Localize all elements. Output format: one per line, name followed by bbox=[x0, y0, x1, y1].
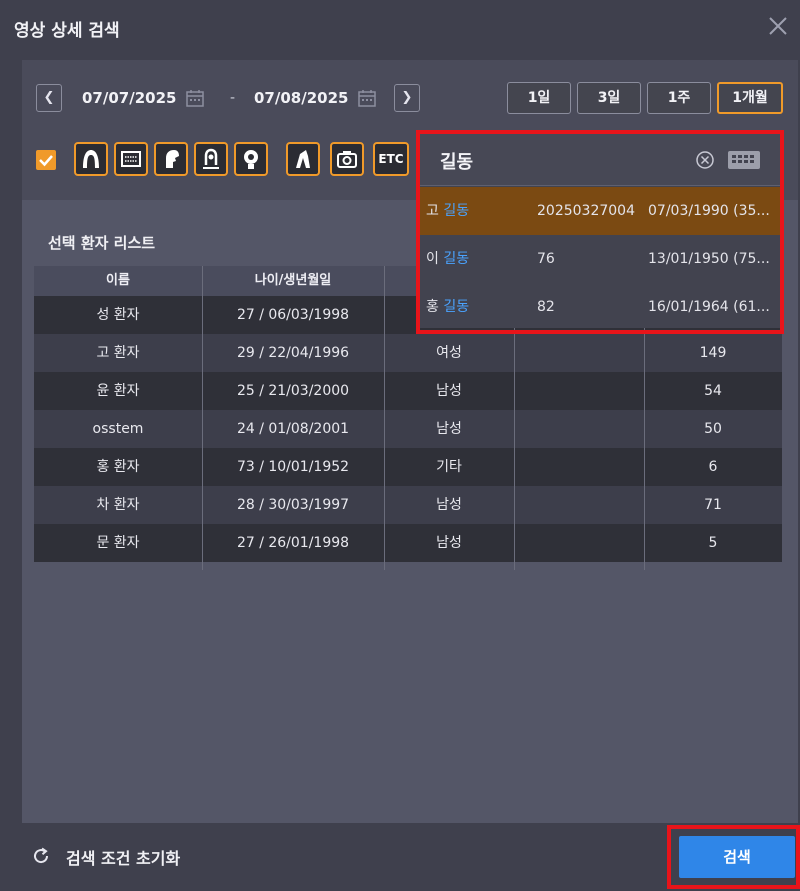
chevron-left-icon: ❮ bbox=[43, 90, 55, 105]
image-detail-search-dialog: 영상 상세 검색 ❮ 07/07/2025 - 07/08/2025 ❯ 1일 … bbox=[0, 0, 800, 891]
table-row[interactable]: 홍 환자 73 / 10/01/1952 기타 6 bbox=[34, 448, 782, 486]
search-result-item[interactable]: 홍 길동 82 16/01/1964 (61... bbox=[420, 283, 780, 331]
result-patient-id: 76 bbox=[537, 251, 555, 267]
cell-gender: 남성 bbox=[436, 383, 462, 399]
table-row[interactable]: 차 환자 28 / 30/03/1997 남성 71 bbox=[34, 486, 782, 524]
result-dob: 13/01/1950 (75... bbox=[648, 251, 770, 267]
title-bar: 영상 상세 검색 bbox=[0, 0, 800, 56]
cell-age-dob: 24 / 01/08/2001 bbox=[236, 421, 350, 437]
cell-extra bbox=[514, 410, 644, 448]
result-dob: 07/03/1990 (35... bbox=[648, 203, 770, 219]
cell-name: 윤 환자 bbox=[96, 383, 140, 399]
refresh-icon bbox=[34, 847, 49, 864]
cell-name: 고 환자 bbox=[96, 345, 140, 361]
cell-gender: 여성 bbox=[436, 345, 462, 361]
period-3day-button[interactable]: 3일 bbox=[577, 82, 641, 114]
ceph-icon[interactable] bbox=[154, 142, 188, 176]
result-patient-id: 82 bbox=[537, 299, 555, 315]
patient-search-field[interactable]: 길동 bbox=[420, 134, 780, 186]
cell-count: 50 bbox=[704, 421, 722, 437]
period-1month-button[interactable]: 1개월 bbox=[717, 82, 783, 114]
clear-icon[interactable] bbox=[695, 150, 715, 170]
result-name: 이 길동 bbox=[426, 251, 470, 267]
cell-count: 149 bbox=[699, 345, 727, 361]
cell-extra bbox=[514, 486, 644, 524]
cell-name: 성 환자 bbox=[96, 307, 140, 323]
cell-age-dob: 73 / 10/01/1952 bbox=[236, 459, 350, 475]
calendar-icon[interactable] bbox=[358, 89, 376, 107]
period-1day-button[interactable]: 1일 bbox=[507, 82, 571, 114]
cell-gender: 남성 bbox=[436, 535, 462, 551]
cell-extra bbox=[514, 448, 644, 486]
tooth-model-icon[interactable] bbox=[286, 142, 320, 176]
etc-modality-button[interactable]: ETC bbox=[373, 142, 409, 176]
column-divider bbox=[384, 266, 385, 570]
patient-list-title: 선택 환자 리스트 bbox=[48, 234, 156, 252]
search-query-text[interactable]: 길동 bbox=[440, 148, 473, 174]
start-date-field[interactable]: 07/07/2025 bbox=[82, 89, 180, 107]
cell-extra bbox=[514, 524, 644, 562]
table-row[interactable]: 고 환자 29 / 22/04/1996 여성 149 bbox=[34, 334, 782, 372]
cell-age-dob: 27 / 26/01/1998 bbox=[236, 535, 350, 551]
result-patient-id: 20250327004 bbox=[537, 203, 635, 219]
reset-label: 검색 조건 초기화 bbox=[66, 849, 181, 868]
prev-date-button[interactable]: ❮ bbox=[36, 84, 62, 112]
cell-name: 홍 환자 bbox=[96, 459, 140, 475]
table-row[interactable]: 문 환자 27 / 26/01/1998 남성 5 bbox=[34, 524, 782, 562]
cell-age-dob: 27 / 06/03/1998 bbox=[236, 307, 350, 323]
ct-icon[interactable] bbox=[234, 142, 268, 176]
cell-age-dob: 29 / 22/04/1996 bbox=[236, 345, 350, 361]
chevron-right-icon: ❯ bbox=[401, 90, 413, 105]
cell-age-dob: 25 / 21/03/2000 bbox=[236, 383, 350, 399]
result-name: 고 길동 bbox=[426, 203, 470, 219]
calendar-icon[interactable] bbox=[186, 89, 204, 107]
cell-name: 차 환자 bbox=[96, 497, 140, 513]
cell-name: 문 환자 bbox=[96, 535, 140, 551]
cell-extra bbox=[514, 372, 644, 410]
cell-gender: 남성 bbox=[436, 421, 462, 437]
date-separator: - bbox=[230, 90, 236, 106]
cell-count: 71 bbox=[704, 497, 722, 513]
tmj-icon[interactable] bbox=[194, 142, 228, 176]
cell-count: 5 bbox=[708, 535, 718, 551]
cell-gender: 남성 bbox=[436, 497, 462, 513]
search-result-item[interactable]: 고 길동 20250327004 07/03/1990 (35... bbox=[420, 187, 780, 235]
intraoral-sensor-icon[interactable] bbox=[114, 142, 148, 176]
close-icon[interactable] bbox=[766, 14, 790, 38]
table-row[interactable]: osstem 24 / 01/08/2001 남성 50 bbox=[34, 410, 782, 448]
end-date-field[interactable]: 07/08/2025 bbox=[254, 89, 350, 107]
table-row[interactable]: 윤 환자 25 / 21/03/2000 남성 54 bbox=[34, 372, 782, 410]
column-divider bbox=[202, 266, 203, 570]
cell-age-dob: 28 / 30/03/1997 bbox=[236, 497, 350, 513]
cell-name: osstem bbox=[92, 421, 144, 437]
next-date-button[interactable]: ❯ bbox=[394, 84, 420, 112]
search-button[interactable]: 검색 bbox=[679, 836, 795, 878]
cell-extra bbox=[514, 334, 644, 372]
keyboard-icon[interactable] bbox=[728, 151, 760, 169]
result-name: 홍 길동 bbox=[426, 299, 470, 315]
search-result-item[interactable]: 이 길동 76 13/01/1950 (75... bbox=[420, 235, 780, 283]
modality-select-all-checkbox[interactable] bbox=[36, 150, 56, 170]
cell-count: 54 bbox=[704, 383, 722, 399]
panoramic-icon[interactable] bbox=[74, 142, 108, 176]
column-header-name[interactable]: 이름 bbox=[34, 266, 202, 296]
check-icon bbox=[39, 155, 53, 167]
column-header-age-dob[interactable]: 나이/생년월일 bbox=[202, 266, 384, 296]
result-dob: 16/01/1964 (61... bbox=[648, 299, 770, 315]
cell-count: 6 bbox=[708, 459, 718, 475]
cell-gender: 기타 bbox=[436, 459, 462, 475]
patient-search-popup: 길동 고 길동 20250327004 07/03/1990 (35... 이 … bbox=[420, 134, 780, 328]
period-1week-button[interactable]: 1주 bbox=[647, 82, 711, 114]
camera-icon[interactable] bbox=[330, 142, 364, 176]
dialog-title: 영상 상세 검색 bbox=[14, 21, 120, 41]
